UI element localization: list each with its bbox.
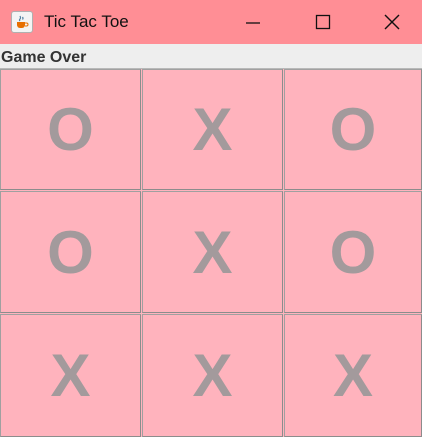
minimize-button[interactable]	[218, 0, 288, 44]
minimize-icon	[246, 22, 260, 24]
title-bar[interactable]: Tic Tac Toe	[0, 0, 422, 44]
board-cell-r3-c2[interactable]: X	[142, 314, 283, 437]
java-coffee-cup-icon	[11, 11, 33, 33]
window-title: Tic Tac Toe	[44, 12, 129, 31]
close-button[interactable]	[358, 0, 422, 44]
board-cell-r3-c1[interactable]: X	[0, 314, 141, 437]
board-cell-r1-c1[interactable]: O	[0, 69, 141, 190]
board-cell-r1-c2[interactable]: X	[142, 69, 283, 190]
status-bar: Game Over	[0, 44, 422, 69]
board-cell-r2-c1[interactable]: O	[0, 191, 141, 313]
game-status-label: Game Over	[1, 49, 87, 66]
close-icon	[384, 14, 400, 30]
board-cell-r3-c3[interactable]: X	[284, 314, 422, 437]
app-window: Tic Tac Toe Game Over O X O O X O X X X	[0, 0, 422, 437]
maximize-icon	[315, 14, 331, 30]
game-board: O X O O X O X X X	[0, 69, 422, 437]
board-cell-r1-c3[interactable]: O	[284, 69, 422, 190]
board-cell-r2-c3[interactable]: O	[284, 191, 422, 313]
maximize-button[interactable]	[288, 0, 358, 44]
board-cell-r2-c2[interactable]: X	[142, 191, 283, 313]
